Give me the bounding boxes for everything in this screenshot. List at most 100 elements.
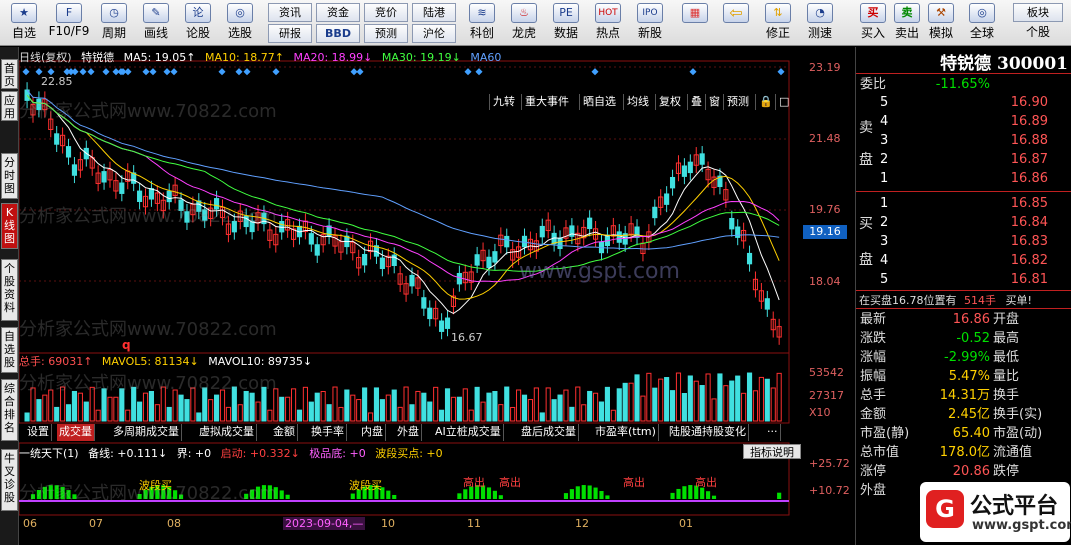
subtab-settings[interactable]: 设置 xyxy=(25,424,52,441)
btn-bbd[interactable]: BBD xyxy=(316,24,360,43)
volume-bar xyxy=(664,377,670,422)
sector-button[interactable]: 板块 xyxy=(1013,3,1063,22)
subtab-ai-volume[interactable]: AI立桩成交量 xyxy=(433,424,504,441)
tab-ranking[interactable]: 综合排名 xyxy=(1,379,18,441)
subtab-pe-ttm[interactable]: 市盈率(ttm) xyxy=(593,424,659,441)
btn-auction[interactable]: 竞价 xyxy=(364,3,408,22)
tab-diagnose[interactable]: 牛叉诊股 xyxy=(1,449,18,511)
toolbar-period[interactable]: ◷ 周期 xyxy=(94,2,134,44)
subtab-amount[interactable]: 金额 xyxy=(271,424,298,441)
toolbar-data[interactable]: PE 数据 xyxy=(546,2,586,44)
toolbar-dragon[interactable]: ♨ 龙虎 xyxy=(504,2,544,44)
toolbar-draw[interactable]: ✎ 画线 xyxy=(136,2,176,44)
volume-bar xyxy=(575,386,581,422)
quote-panel: 特锐德 300001 委比 -11.65% 卖 盘 5 16.90 4 16.89 3… xyxy=(855,47,1071,545)
volume-bar xyxy=(95,409,101,422)
volume-total: 总手: 69031↑ xyxy=(19,355,93,368)
tab-adjust[interactable]: 复权 xyxy=(655,94,684,110)
event-marker-icon xyxy=(87,68,95,76)
toolbar-sector[interactable]: 板块 个股 xyxy=(1010,2,1066,44)
subtab-outer[interactable]: 外盘 xyxy=(395,424,422,441)
tab-timeshare[interactable]: 分时图 xyxy=(1,153,18,199)
tab-ma[interactable]: 均线 xyxy=(623,94,652,110)
toolbar-forum[interactable]: 论论股 xyxy=(178,2,218,44)
indicator-bar xyxy=(392,494,397,499)
volume-bar xyxy=(545,387,551,422)
toolbar-star-market[interactable]: ≋ 科创 xyxy=(462,2,502,44)
ask-row[interactable]: 1 16.86 xyxy=(856,169,1071,188)
stat-row: 最新 16.86 开盘 xyxy=(858,310,1071,329)
volume-bar xyxy=(308,401,314,422)
volume-bar xyxy=(166,406,172,422)
tab-window[interactable]: 窗 xyxy=(705,94,723,110)
subtab-inner[interactable]: 内盘 xyxy=(359,424,386,441)
subtab-multi-volume[interactable]: 多周期成交量 xyxy=(111,424,182,441)
tab-forecast[interactable]: 预测 xyxy=(723,94,752,110)
toolbar-pick[interactable]: ◎ 选股 xyxy=(220,2,260,44)
indicator-bar xyxy=(670,492,675,499)
bid-row[interactable]: 3 16.83 xyxy=(856,232,1071,251)
bid-row[interactable]: 4 16.82 xyxy=(856,251,1071,270)
toolbar-fix[interactable]: ⇅ 修正 xyxy=(758,2,798,44)
subtab-volume[interactable]: 成交量 xyxy=(57,424,95,441)
bid-row[interactable]: 1 16.85 xyxy=(856,194,1071,213)
tab-overlay[interactable]: 叠 xyxy=(687,94,705,110)
tab-kline[interactable]: K线图 xyxy=(1,203,18,249)
toolbar-speed[interactable]: ◔ 测速 xyxy=(800,2,840,44)
tab-jiuzhuan[interactable]: 九转 xyxy=(489,94,518,110)
btn-research[interactable]: 研报 xyxy=(268,24,312,43)
ask-row[interactable]: 2 16.87 xyxy=(856,150,1071,169)
subtab-more[interactable]: ··· xyxy=(765,424,781,441)
tab-apps[interactable]: 应用 xyxy=(1,91,18,121)
toolbar-sell[interactable]: 卖卖出 xyxy=(890,2,924,44)
toolbar-buy[interactable]: 买买入 xyxy=(856,2,890,44)
btn-funds[interactable]: 资金 xyxy=(316,3,360,22)
bid-row[interactable]: 5 16.81 xyxy=(856,270,1071,289)
q-marker: q xyxy=(122,338,131,352)
bid-level: 2 xyxy=(880,215,889,230)
lock-icon[interactable]: 🔒 xyxy=(755,94,776,110)
volume-bar xyxy=(113,396,119,422)
ask-level: 2 xyxy=(880,152,889,167)
btn-hk[interactable]: 陆港 xyxy=(412,3,456,22)
toolbar-back[interactable]: ⇦ xyxy=(716,2,756,44)
indicator-help-button[interactable]: 指标说明 xyxy=(743,444,801,459)
toolbar-zixuan[interactable]: ★ 自选 xyxy=(4,2,44,44)
toolbar-global[interactable]: ◎ 全球 xyxy=(962,2,1002,44)
subtab-turnover[interactable]: 换手率 xyxy=(309,424,347,441)
volume-bar xyxy=(255,401,261,422)
btn-forecast[interactable]: 预测 xyxy=(364,24,408,43)
indicator-bar xyxy=(587,485,592,499)
ask-row[interactable]: 5 16.90 xyxy=(856,93,1071,112)
toolbar-layout[interactable]: ▦ xyxy=(678,2,712,44)
stat-label: 振幅 xyxy=(860,369,887,384)
tab-share-watchlist[interactable]: 晒自选 xyxy=(579,94,619,110)
toolbar-sim[interactable]: ⚒ 模拟 xyxy=(924,2,958,44)
kline-chart-area[interactable]: 分析家公式网www.70822.com 分析家公式网www.70822.com … xyxy=(19,47,855,545)
ask-row[interactable]: 4 16.89 xyxy=(856,112,1071,131)
volume-bar xyxy=(184,399,190,422)
volume-bar xyxy=(391,389,397,422)
volume-bar xyxy=(593,392,599,422)
period-label[interactable]: 日线(复权) xyxy=(19,51,72,64)
volume-bar xyxy=(527,399,534,422)
subtab-virtual-volume[interactable]: 虚拟成交量 xyxy=(197,424,257,441)
subtab-after-hours[interactable]: 盘后成交量 xyxy=(519,424,579,441)
toolbar-hot[interactable]: HOT 热点 xyxy=(588,2,628,44)
btn-news[interactable]: 资讯 xyxy=(268,3,312,22)
volume-bar xyxy=(468,409,474,422)
bid-row[interactable]: 2 16.84 xyxy=(856,213,1071,232)
tab-profile[interactable]: 个股资料 xyxy=(1,259,18,321)
ask-row[interactable]: 3 16.88 xyxy=(856,131,1071,150)
tab-watchlist[interactable]: 自选股 xyxy=(1,327,18,373)
toolbar-ipo[interactable]: IPO 新股 xyxy=(630,2,670,44)
btn-shlondon[interactable]: 沪伦 xyxy=(412,24,456,43)
toolbar-f10[interactable]: F F10/F9 xyxy=(46,2,92,44)
window-icon[interactable]: □ xyxy=(775,94,792,110)
subtab-hk-holding[interactable]: 陆股通持股变化 xyxy=(667,424,749,441)
bid-price: 16.83 xyxy=(1010,234,1048,249)
candle-body xyxy=(65,146,72,158)
layout-icon: ▦ xyxy=(682,3,708,23)
tab-events[interactable]: 重大事件 xyxy=(521,94,572,110)
tab-home[interactable]: 首页 xyxy=(1,59,18,89)
